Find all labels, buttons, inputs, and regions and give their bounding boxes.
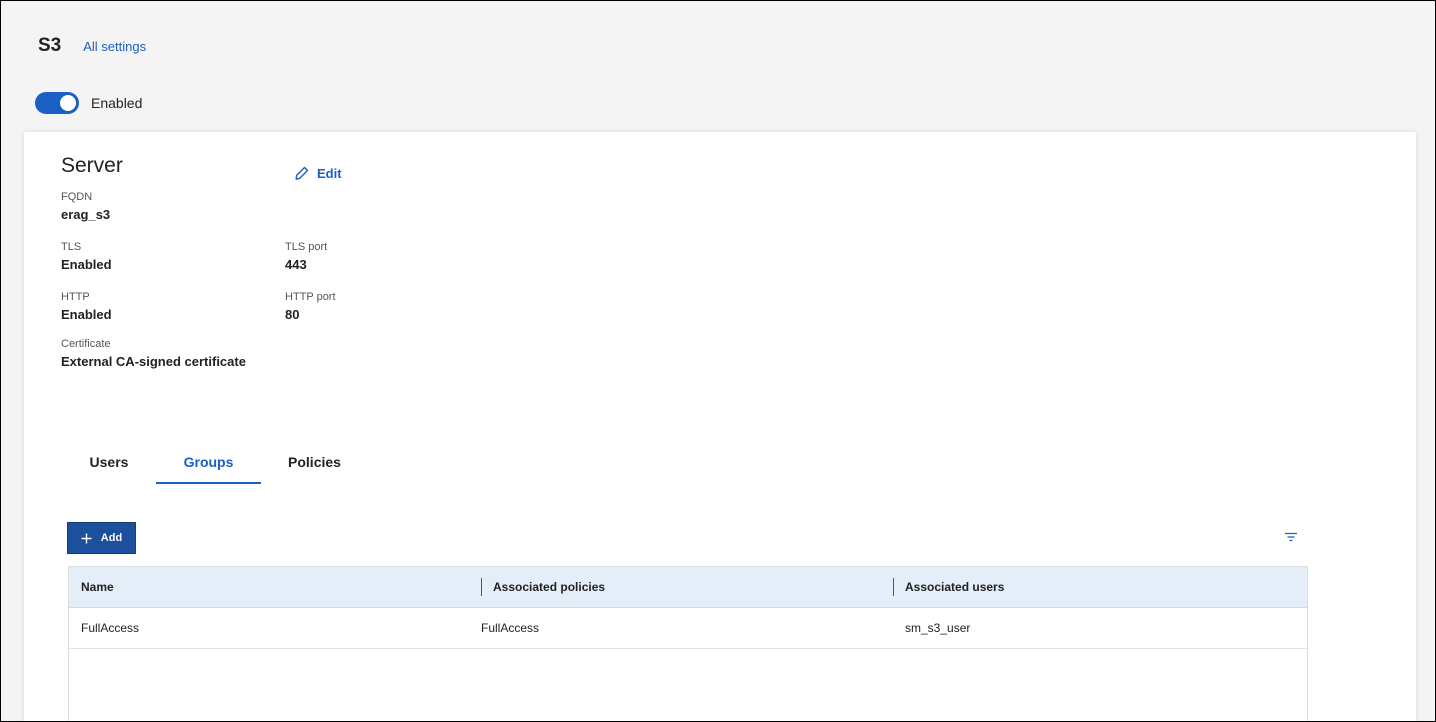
tab-policies[interactable]: Policies <box>277 442 352 482</box>
add-button[interactable]: Add <box>68 523 135 553</box>
server-card: Server Edit FQDN erag_s3 TLS Enabled TLS… <box>24 132 1416 721</box>
plus-icon <box>81 533 92 543</box>
tls-port-key: TLS port <box>285 241 328 253</box>
http-key: HTTP <box>61 291 90 303</box>
pencil-icon <box>295 166 309 180</box>
toggle-knob <box>60 95 76 111</box>
fqdn-field: FQDN erag_s3 <box>61 191 110 222</box>
tls-value: Enabled <box>61 257 112 272</box>
add-label: Add <box>100 532 123 544</box>
certificate-field: Certificate External CA-signed certifica… <box>61 338 246 369</box>
server-section-title: Server <box>61 154 123 177</box>
cell-associated-users: sm_s3_user <box>905 621 971 635</box>
column-divider <box>481 578 482 596</box>
cell-associated-policies: FullAccess <box>481 621 540 635</box>
groups-table: Name Associated policies Associated user… <box>68 566 1308 721</box>
enabled-toggle-label: Enabled <box>91 95 143 111</box>
tls-port-value: 443 <box>285 257 307 272</box>
column-header-associated-policies[interactable]: Associated policies <box>493 567 605 607</box>
tab-groups[interactable]: Groups <box>156 442 261 484</box>
tab-users[interactable]: Users <box>69 442 149 482</box>
fqdn-value: erag_s3 <box>61 207 111 222</box>
tls-port-field: TLS port 443 <box>285 241 327 272</box>
all-settings-link[interactable]: All settings <box>83 39 146 54</box>
tls-key: TLS <box>61 241 82 253</box>
page-header: S3 All settings <box>38 35 146 57</box>
app-window: S3 All settings Enabled Server Edit FQDN… <box>0 0 1436 722</box>
http-field: HTTP Enabled <box>61 291 112 322</box>
http-port-key: HTTP port <box>285 291 336 303</box>
filter-icon[interactable] <box>1284 532 1298 542</box>
http-value: Enabled <box>61 307 112 322</box>
enabled-toggle[interactable] <box>35 92 79 114</box>
cell-name: FullAccess <box>81 621 140 635</box>
http-port-value: 80 <box>285 307 300 322</box>
table-row[interactable]: FullAccess FullAccess sm_s3_user <box>69 608 1307 649</box>
certificate-key: Certificate <box>61 338 111 350</box>
edit-button[interactable]: Edit <box>294 165 342 181</box>
enabled-toggle-row: Enabled <box>35 92 142 114</box>
column-header-name[interactable]: Name <box>81 567 114 607</box>
column-divider <box>893 578 894 596</box>
fqdn-key: FQDN <box>61 191 93 203</box>
certificate-value: External CA-signed certificate <box>61 354 246 369</box>
table-header: Name Associated policies Associated user… <box>69 567 1307 608</box>
tls-field: TLS Enabled <box>61 241 112 272</box>
page-title: S3 <box>38 35 62 56</box>
edit-label: Edit <box>317 165 342 181</box>
column-header-associated-users[interactable]: Associated users <box>905 567 1004 607</box>
http-port-field: HTTP port 80 <box>285 291 336 322</box>
